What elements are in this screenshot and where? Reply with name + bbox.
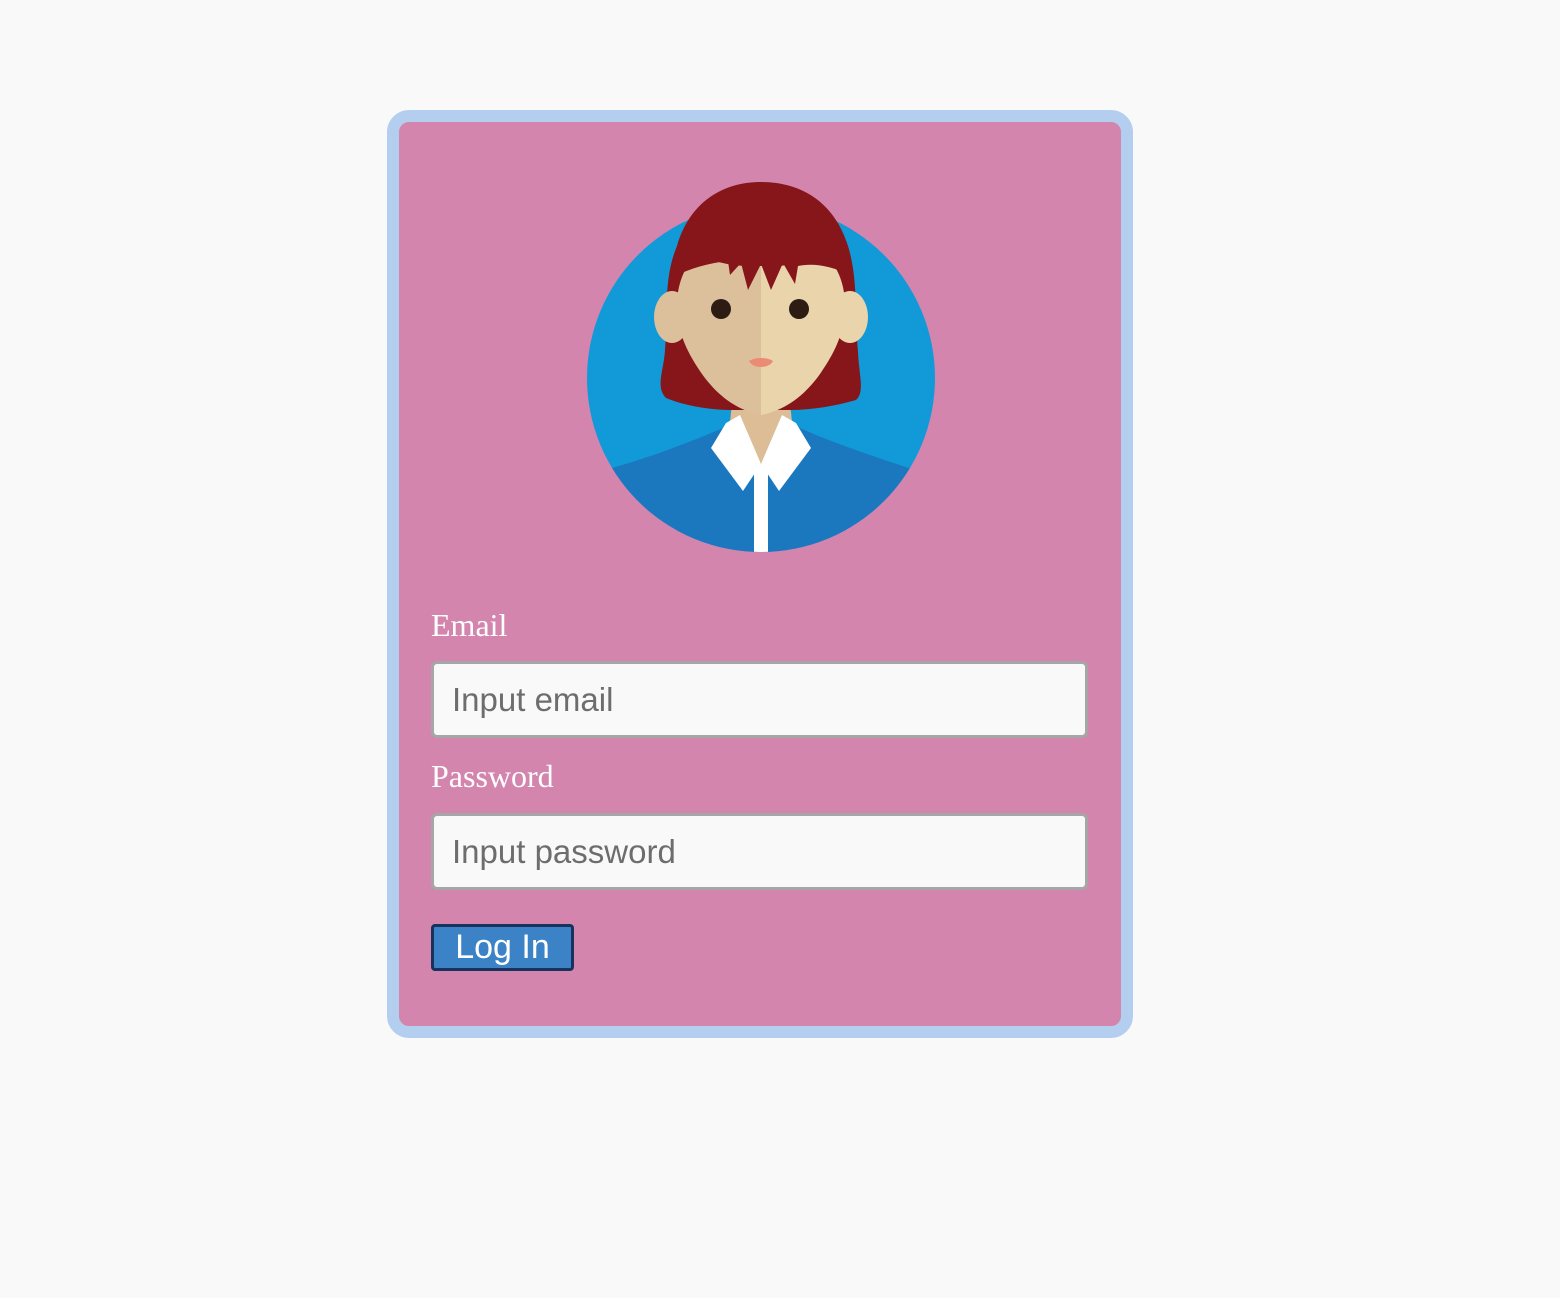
avatar-eye-right <box>789 299 809 319</box>
login-card: Email Password Log In <box>387 110 1133 1038</box>
avatar-ear-right <box>832 291 868 343</box>
avatar-eye-left <box>711 299 731 319</box>
avatar-shirt-placket <box>754 464 768 552</box>
avatar-illustration <box>587 182 935 552</box>
woman-avatar-icon <box>585 172 937 552</box>
avatar-ear-left <box>654 291 690 343</box>
password-label: Password <box>431 758 554 794</box>
log-in-button[interactable]: Log In <box>431 924 574 971</box>
email-input[interactable] <box>431 661 1088 738</box>
email-label: Email <box>431 607 508 643</box>
password-input[interactable] <box>431 813 1088 890</box>
